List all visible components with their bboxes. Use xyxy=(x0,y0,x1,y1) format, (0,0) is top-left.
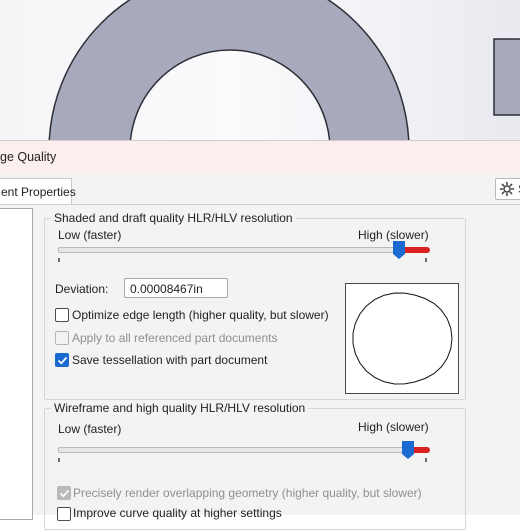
deviation-input[interactable]: 0.00008467in xyxy=(124,278,228,298)
optimize-edge-length-checkbox[interactable] xyxy=(55,308,69,322)
tessellation-preview xyxy=(345,283,459,394)
shaded-slider-ticks xyxy=(58,258,427,262)
wireframe-slider-track[interactable] xyxy=(58,447,408,453)
tab-strip: ent Properties xyxy=(0,173,520,205)
wireframe-group-title: Wireframe and high quality HLR/HLV resol… xyxy=(51,401,309,415)
improve-curve-quality-checkbox[interactable] xyxy=(57,507,71,521)
dialog-title: ge Quality xyxy=(0,150,57,164)
options-tree-pane[interactable] xyxy=(0,208,33,520)
gear-icon xyxy=(499,181,515,197)
checkmark-icon xyxy=(59,489,70,498)
shaded-slider-track[interactable] xyxy=(58,247,400,253)
checkmark-icon xyxy=(57,356,68,365)
circle-tessellation-preview xyxy=(352,292,453,385)
apply-referenced-parts-label: Apply to all referenced part documents xyxy=(72,331,278,345)
dialog-titlebar[interactable]: ge Quality xyxy=(0,140,520,174)
tab-document-properties[interactable]: ent Properties xyxy=(0,178,76,205)
wireframe-slider-high-label: High (slower) xyxy=(358,420,429,434)
wireframe-slider-ticks xyxy=(58,458,427,462)
improve-curve-quality-label[interactable]: Improve curve quality at higher settings xyxy=(73,506,282,520)
apply-referenced-parts-checkbox[interactable] xyxy=(55,331,69,345)
precise-overlap-label: Precisely render overlapping geometry (h… xyxy=(73,486,422,500)
tab-document-properties-label: ent Properties xyxy=(1,185,76,199)
deviation-value: 0.00008467in xyxy=(130,282,203,296)
deviation-label: Deviation: xyxy=(55,282,109,296)
search-options-box[interactable]: S xyxy=(495,178,520,200)
shaded-slider-low-label: Low (faster) xyxy=(58,228,122,242)
shaded-group-title: Shaded and draft quality HLR/HLV resolut… xyxy=(51,211,296,225)
save-tessellation-label[interactable]: Save tessellation with part document xyxy=(72,353,267,367)
save-tessellation-checkbox[interactable] xyxy=(55,353,69,367)
wireframe-slider-low-label: Low (faster) xyxy=(58,422,122,436)
optimize-edge-length-label[interactable]: Optimize edge length (higher quality, bu… xyxy=(72,308,329,322)
model-viewport[interactable] xyxy=(0,0,520,150)
precise-overlap-checkbox[interactable] xyxy=(57,486,71,500)
ring-model-graphic xyxy=(48,0,520,150)
side-block-model xyxy=(493,38,520,116)
